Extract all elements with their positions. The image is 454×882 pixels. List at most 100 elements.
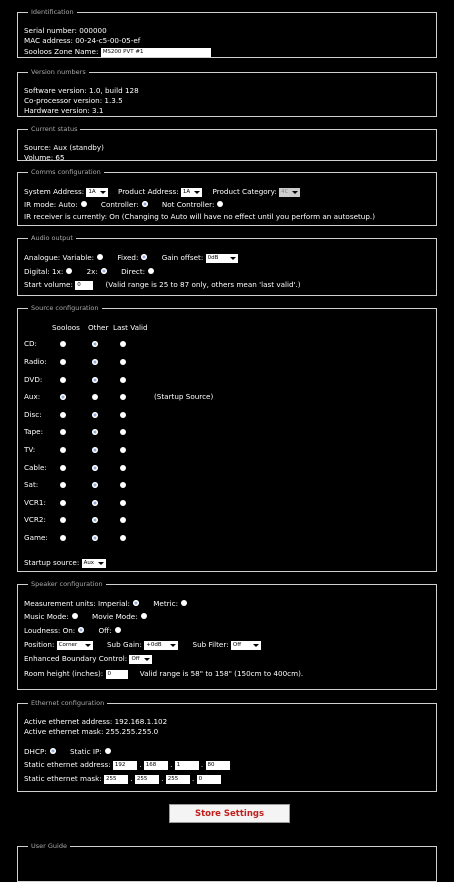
source-sooloos-radio[interactable] xyxy=(60,429,66,436)
source-other-radio[interactable] xyxy=(92,499,98,506)
coprocessor-version: Co-processor version: 1.3.5 xyxy=(24,96,123,106)
source-last-valid-radio[interactable] xyxy=(120,482,126,489)
source-last-valid-radio[interactable] xyxy=(120,376,126,383)
ebc-select[interactable]: Off xyxy=(129,654,152,664)
source-other-radio[interactable] xyxy=(92,447,98,454)
source-last-valid-radio[interactable] xyxy=(120,464,126,471)
static-mask-octet-2[interactable]: 255 xyxy=(134,774,159,784)
version-section: Version numbers Software version: 1.0, b… xyxy=(17,68,437,117)
room-height-label: Room height (inches): xyxy=(24,669,104,679)
source-sooloos-radio[interactable] xyxy=(60,341,66,348)
source-last-valid-radio[interactable] xyxy=(120,394,126,401)
music-mode-radio[interactable] xyxy=(71,613,78,620)
source-last-valid-radio[interactable] xyxy=(120,517,126,524)
header-other: Other xyxy=(88,323,109,333)
sub-gain-select[interactable]: +0dB xyxy=(144,640,179,650)
static-address-octet-2[interactable]: 168 xyxy=(143,760,168,770)
source-other-radio[interactable] xyxy=(92,341,98,348)
source-sooloos-radio[interactable] xyxy=(60,359,66,366)
gain-offset-select[interactable]: 0dB xyxy=(205,253,238,263)
source-last-valid-radio[interactable] xyxy=(120,359,126,366)
system-address-select[interactable]: 1A xyxy=(86,187,108,197)
digital-2x-radio[interactable] xyxy=(100,268,107,275)
sub-filter-select[interactable]: Off xyxy=(230,640,261,650)
static-mask-octet-1[interactable]: 255 xyxy=(104,774,128,784)
speaker-section: Speaker configuration Measurement units:… xyxy=(17,580,437,690)
audio-legend: Audio output xyxy=(31,234,73,242)
source-sooloos-radio[interactable] xyxy=(60,499,66,506)
identification-section: Identification Serial number: 000000 MAC… xyxy=(17,8,437,58)
variable-radio[interactable] xyxy=(97,254,104,261)
position-label: Position: xyxy=(24,640,55,650)
ir-not-controller-radio[interactable] xyxy=(217,201,224,208)
source-other-radio[interactable] xyxy=(92,464,98,471)
zone-name-label: Sooloos Zone Name: xyxy=(24,47,99,57)
source-other-radio[interactable] xyxy=(92,517,98,524)
source-last-valid-radio[interactable] xyxy=(120,411,126,418)
source-other-radio[interactable] xyxy=(92,535,98,542)
source-last-valid-radio[interactable] xyxy=(120,535,126,542)
source-sooloos-radio[interactable] xyxy=(60,447,66,454)
ir-controller-radio[interactable] xyxy=(141,201,148,208)
source-legend: Source configuration xyxy=(31,304,99,312)
position-select[interactable]: Corner xyxy=(56,640,93,650)
source-last-valid-radio[interactable] xyxy=(120,447,126,454)
static-ip-label: Static IP: xyxy=(70,747,102,757)
variable-label: Variable: xyxy=(62,253,95,263)
direct-radio[interactable] xyxy=(148,268,155,275)
fixed-radio[interactable] xyxy=(141,254,148,261)
store-settings-button[interactable]: Store Settings xyxy=(169,804,290,823)
static-address-octet-4[interactable]: 80 xyxy=(205,760,230,770)
source-section: Source configuration Sooloos Other Last … xyxy=(17,304,437,572)
hardware-version: Hardware version: 3.1 xyxy=(24,106,104,116)
digital-1x-radio[interactable] xyxy=(66,268,73,275)
version-legend: Version numbers xyxy=(31,68,86,76)
start-volume-input[interactable]: 0 xyxy=(75,280,94,290)
source-sooloos-radio[interactable] xyxy=(60,535,66,542)
source-last-valid-radio[interactable] xyxy=(120,499,126,506)
source-last-valid-radio[interactable] xyxy=(120,429,126,436)
ir-receiver-status: IR receiver is currently: On (Changing t… xyxy=(24,212,376,222)
metric-label: Metric: xyxy=(153,599,178,609)
source-sooloos-radio[interactable] xyxy=(60,411,66,418)
loudness-off-radio[interactable] xyxy=(114,627,121,634)
ir-controller-label: Controller: xyxy=(100,200,139,210)
zone-name-input[interactable]: MS200 PVT #1 xyxy=(100,47,211,57)
startup-source-select[interactable]: Aux xyxy=(81,558,107,568)
source-sooloos-radio[interactable] xyxy=(60,394,66,401)
imperial-radio[interactable] xyxy=(132,600,139,607)
active-ethernet-mask: Active ethernet mask: 255.255.255.0 xyxy=(24,727,159,737)
metric-radio[interactable] xyxy=(181,600,187,607)
comms-section: Comms configuration System Address: 1A P… xyxy=(17,168,437,226)
source-other-radio[interactable] xyxy=(92,411,98,418)
loudness-on-radio[interactable] xyxy=(78,627,85,634)
source-last-valid-radio[interactable] xyxy=(120,341,126,348)
source-sooloos-radio[interactable] xyxy=(60,376,66,383)
dhcp-radio[interactable] xyxy=(49,748,56,755)
start-volume-range: (Valid range is 25 to 87 only, others me… xyxy=(105,280,301,290)
source-other-radio[interactable] xyxy=(92,359,98,366)
movie-mode-radio[interactable] xyxy=(140,613,147,620)
static-ip-radio[interactable] xyxy=(104,748,111,755)
ir-auto-radio[interactable] xyxy=(80,201,87,208)
user-guide-section: User Guide xyxy=(17,842,437,882)
source-row-label: VCR1: xyxy=(24,497,46,507)
product-address-label: Product Address: xyxy=(118,187,179,197)
static-address-octet-3[interactable]: 1 xyxy=(174,760,199,770)
product-category-select[interactable]: 4C xyxy=(279,187,301,197)
source-other-radio[interactable] xyxy=(92,394,98,401)
source-row-label: TV: xyxy=(24,445,36,455)
source-other-radio[interactable] xyxy=(92,482,98,489)
source-other-radio[interactable] xyxy=(92,429,98,436)
static-address-octet-1[interactable]: 192 xyxy=(112,760,137,770)
source-other-radio[interactable] xyxy=(92,376,98,383)
static-mask-octet-4[interactable]: 0 xyxy=(196,774,221,784)
product-address-select[interactable]: 1A xyxy=(180,187,203,197)
source-sooloos-radio[interactable] xyxy=(60,482,66,489)
ebc-label: Enhanced Boundary Control: xyxy=(24,654,128,664)
source-sooloos-radio[interactable] xyxy=(60,464,66,471)
room-height-input[interactable]: 0 xyxy=(105,669,128,679)
static-mask-octet-3[interactable]: 255 xyxy=(165,774,190,784)
source-row-label: Cable: xyxy=(24,462,47,472)
source-sooloos-radio[interactable] xyxy=(60,517,66,524)
